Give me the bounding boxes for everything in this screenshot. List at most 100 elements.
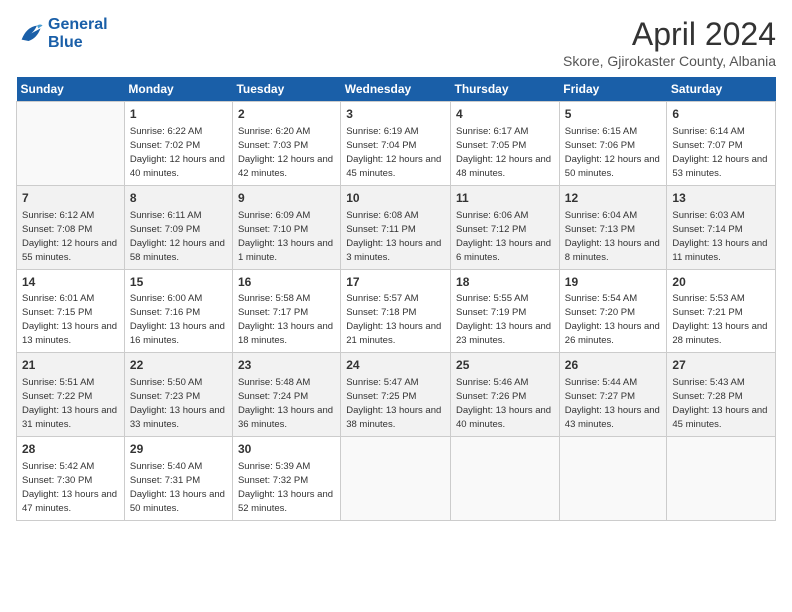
day-info: Sunrise: 6:22 AMSunset: 7:02 PMDaylight:… xyxy=(130,126,225,179)
calendar-cell: 11 Sunrise: 6:06 AMSunset: 7:12 PMDayligh… xyxy=(451,185,560,269)
day-info: Sunrise: 6:01 AMSunset: 7:15 PMDaylight:… xyxy=(22,293,117,346)
calendar-cell: 18 Sunrise: 5:55 AMSunset: 7:19 PMDayligh… xyxy=(451,269,560,353)
day-info: Sunrise: 5:54 AMSunset: 7:20 PMDaylight:… xyxy=(565,293,660,346)
day-info: Sunrise: 5:39 AMSunset: 7:32 PMDaylight:… xyxy=(238,461,333,514)
calendar-header-row: SundayMondayTuesdayWednesdayThursdayFrid… xyxy=(17,77,776,102)
calendar-cell: 7 Sunrise: 6:12 AMSunset: 7:08 PMDaylight… xyxy=(17,185,125,269)
calendar-cell xyxy=(559,437,667,521)
calendar-cell: 5Sunrise: 6:15 AMSunset: 7:06 PMDaylight… xyxy=(559,102,667,186)
day-number: 13 xyxy=(672,190,770,207)
day-number: 4 xyxy=(456,106,554,123)
header-friday: Friday xyxy=(559,77,667,102)
calendar-cell: 13 Sunrise: 6:03 AMSunset: 7:14 PMDayligh… xyxy=(667,185,776,269)
calendar-cell: 23 Sunrise: 5:48 AMSunset: 7:24 PMDayligh… xyxy=(232,353,340,437)
day-info: Sunrise: 6:09 AMSunset: 7:10 PMDaylight:… xyxy=(238,210,333,263)
calendar-cell xyxy=(17,102,125,186)
calendar-cell: 12 Sunrise: 6:04 AMSunset: 7:13 PMDayligh… xyxy=(559,185,667,269)
day-info: Sunrise: 5:47 AMSunset: 7:25 PMDaylight:… xyxy=(346,377,441,430)
day-info: Sunrise: 5:53 AMSunset: 7:21 PMDaylight:… xyxy=(672,293,767,346)
day-info: Sunrise: 5:55 AMSunset: 7:19 PMDaylight:… xyxy=(456,293,551,346)
day-info: Sunrise: 5:58 AMSunset: 7:17 PMDaylight:… xyxy=(238,293,333,346)
calendar-cell: 21Sunrise: 5:51 AMSunset: 7:22 PMDayligh… xyxy=(17,353,125,437)
calendar-cell: 9 Sunrise: 6:09 AMSunset: 7:10 PMDaylight… xyxy=(232,185,340,269)
calendar-cell: 28 Sunrise: 5:42 AMSunset: 7:30 PMDayligh… xyxy=(17,437,125,521)
day-number: 10 xyxy=(346,190,445,207)
calendar-cell: 15 Sunrise: 6:00 AMSunset: 7:16 PMDayligh… xyxy=(124,269,232,353)
day-number: 11 xyxy=(456,190,554,207)
day-number: 23 xyxy=(238,357,335,374)
day-number: 28 xyxy=(22,441,119,458)
calendar-cell xyxy=(451,437,560,521)
calendar-cell: 4 Sunrise: 6:17 AMSunset: 7:05 PMDaylight… xyxy=(451,102,560,186)
day-info: Sunrise: 5:48 AMSunset: 7:24 PMDaylight:… xyxy=(238,377,333,430)
day-info: Sunrise: 5:57 AMSunset: 7:18 PMDaylight:… xyxy=(346,293,441,346)
calendar-cell: 6Sunrise: 6:14 AMSunset: 7:07 PMDaylight… xyxy=(667,102,776,186)
calendar-cell: 14 Sunrise: 6:01 AMSunset: 7:15 PMDayligh… xyxy=(17,269,125,353)
calendar-cell: 17 Sunrise: 5:57 AMSunset: 7:18 PMDayligh… xyxy=(341,269,451,353)
day-number: 26 xyxy=(565,357,662,374)
day-number: 5 xyxy=(565,106,662,123)
day-info: Sunrise: 5:40 AMSunset: 7:31 PMDaylight:… xyxy=(130,461,225,514)
calendar-cell: 29 Sunrise: 5:40 AMSunset: 7:31 PMDayligh… xyxy=(124,437,232,521)
day-number: 9 xyxy=(238,190,335,207)
day-info: Sunrise: 6:04 AMSunset: 7:13 PMDaylight:… xyxy=(565,210,660,263)
calendar-cell: 19 Sunrise: 5:54 AMSunset: 7:20 PMDayligh… xyxy=(559,269,667,353)
calendar-cell: 25 Sunrise: 5:46 AMSunset: 7:26 PMDayligh… xyxy=(451,353,560,437)
day-number: 21 xyxy=(22,357,119,374)
calendar-cell: 30Sunrise: 5:39 AMSunset: 7:32 PMDayligh… xyxy=(232,437,340,521)
page-header: General Blue April 2024 Skore, Gjirokast… xyxy=(16,16,776,69)
title-block: April 2024 Skore, Gjirokaster County, Al… xyxy=(563,16,776,69)
day-number: 29 xyxy=(130,441,227,458)
header-tuesday: Tuesday xyxy=(232,77,340,102)
day-info: Sunrise: 5:42 AMSunset: 7:30 PMDaylight:… xyxy=(22,461,117,514)
day-info: Sunrise: 6:00 AMSunset: 7:16 PMDaylight:… xyxy=(130,293,225,346)
day-number: 16 xyxy=(238,274,335,291)
day-info: Sunrise: 6:20 AMSunset: 7:03 PMDaylight:… xyxy=(238,126,333,179)
logo-text: General Blue xyxy=(48,16,108,51)
day-number: 27 xyxy=(672,357,770,374)
day-info: Sunrise: 5:50 AMSunset: 7:23 PMDaylight:… xyxy=(130,377,225,430)
calendar-cell: 3 Sunrise: 6:19 AMSunset: 7:04 PMDaylight… xyxy=(341,102,451,186)
header-monday: Monday xyxy=(124,77,232,102)
day-info: Sunrise: 6:17 AMSunset: 7:05 PMDaylight:… xyxy=(456,126,551,179)
day-number: 14 xyxy=(22,274,119,291)
day-number: 15 xyxy=(130,274,227,291)
day-info: Sunrise: 6:14 AMSunset: 7:07 PMDaylight:… xyxy=(672,126,767,179)
calendar-cell xyxy=(667,437,776,521)
day-info: Sunrise: 6:06 AMSunset: 7:12 PMDaylight:… xyxy=(456,210,551,263)
day-number: 7 xyxy=(22,190,119,207)
day-number: 18 xyxy=(456,274,554,291)
header-thursday: Thursday xyxy=(451,77,560,102)
day-info: Sunrise: 6:03 AMSunset: 7:14 PMDaylight:… xyxy=(672,210,767,263)
location-subtitle: Skore, Gjirokaster County, Albania xyxy=(563,53,776,69)
header-saturday: Saturday xyxy=(667,77,776,102)
calendar-cell: 26Sunrise: 5:44 AMSunset: 7:27 PMDayligh… xyxy=(559,353,667,437)
day-number: 19 xyxy=(565,274,662,291)
week-row-1: 7 Sunrise: 6:12 AMSunset: 7:08 PMDaylight… xyxy=(17,185,776,269)
day-number: 2 xyxy=(238,106,335,123)
header-wednesday: Wednesday xyxy=(341,77,451,102)
day-number: 17 xyxy=(346,274,445,291)
day-info: Sunrise: 6:19 AMSunset: 7:04 PMDaylight:… xyxy=(346,126,441,179)
logo-icon xyxy=(16,20,44,48)
day-info: Sunrise: 5:46 AMSunset: 7:26 PMDaylight:… xyxy=(456,377,551,430)
day-number: 3 xyxy=(346,106,445,123)
calendar-cell: 8Sunrise: 6:11 AMSunset: 7:09 PMDaylight… xyxy=(124,185,232,269)
day-number: 20 xyxy=(672,274,770,291)
day-info: Sunrise: 6:11 AMSunset: 7:09 PMDaylight:… xyxy=(130,210,225,263)
month-title: April 2024 xyxy=(563,16,776,53)
calendar-cell: 2 Sunrise: 6:20 AMSunset: 7:03 PMDaylight… xyxy=(232,102,340,186)
day-info: Sunrise: 6:12 AMSunset: 7:08 PMDaylight:… xyxy=(22,210,117,263)
week-row-2: 14 Sunrise: 6:01 AMSunset: 7:15 PMDayligh… xyxy=(17,269,776,353)
day-number: 22 xyxy=(130,357,227,374)
day-number: 25 xyxy=(456,357,554,374)
day-number: 24 xyxy=(346,357,445,374)
week-row-4: 28 Sunrise: 5:42 AMSunset: 7:30 PMDayligh… xyxy=(17,437,776,521)
day-number: 12 xyxy=(565,190,662,207)
calendar-cell: 10 Sunrise: 6:08 AMSunset: 7:11 PMDayligh… xyxy=(341,185,451,269)
calendar-cell: 24 Sunrise: 5:47 AMSunset: 7:25 PMDayligh… xyxy=(341,353,451,437)
day-info: Sunrise: 6:08 AMSunset: 7:11 PMDaylight:… xyxy=(346,210,441,263)
day-info: Sunrise: 5:43 AMSunset: 7:28 PMDaylight:… xyxy=(672,377,767,430)
header-sunday: Sunday xyxy=(17,77,125,102)
calendar-cell: 27 Sunrise: 5:43 AMSunset: 7:28 PMDayligh… xyxy=(667,353,776,437)
